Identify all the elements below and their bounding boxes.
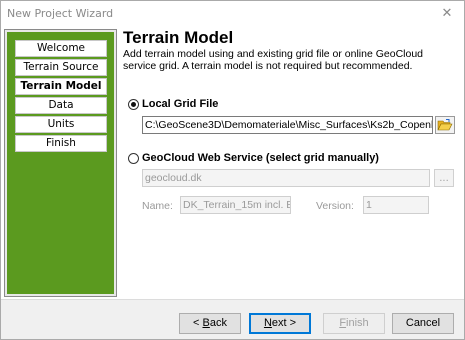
sidebar-frame: Welcome Terrain Source Terrain Model Dat… (4, 29, 117, 297)
geocloud-browse-button[interactable]: ... (434, 169, 454, 187)
local-grid-browse-button[interactable] (435, 116, 455, 134)
local-grid-radio-row[interactable]: Local Grid File (128, 98, 218, 110)
geocloud-radio-row[interactable]: GeoCloud Web Service (select grid manual… (128, 152, 379, 164)
next-accel: N (263, 317, 272, 329)
name-label: Name: (142, 200, 173, 212)
sidebar-item-terrain-model[interactable]: Terrain Model (15, 78, 107, 95)
next-button[interactable]: Next > (249, 313, 311, 334)
sidebar-item-finish[interactable]: Finish (15, 135, 107, 152)
back-prefix: < (193, 317, 203, 329)
back-rest: ack (209, 317, 227, 329)
sidebar: Welcome Terrain Source Terrain Model Dat… (7, 32, 114, 294)
version-label: Version: (316, 200, 354, 212)
page-description: Add terrain model using and existing gri… (123, 48, 424, 72)
local-grid-radio[interactable] (128, 98, 139, 110)
finish-rest: inish (346, 317, 369, 329)
main-panel: Terrain Model Add terrain model using an… (122, 27, 464, 299)
geocloud-radio[interactable] (128, 152, 139, 164)
sidebar-item-terrain-source[interactable]: Terrain Source (15, 59, 107, 76)
version-field[interactable]: 1 (363, 196, 429, 214)
local-grid-path-field[interactable]: C:\GeoScene3D\Demomateriale\Misc_Surface… (142, 116, 433, 134)
next-rest: ext > (271, 317, 297, 329)
back-accel: B (202, 317, 210, 329)
close-icon[interactable]: ✕ (436, 4, 458, 24)
geocloud-server-field[interactable]: geocloud.dk (142, 169, 430, 187)
back-button[interactable]: < Back (179, 313, 241, 334)
window-title: New Project Wizard (7, 7, 114, 20)
page-title: Terrain Model (123, 28, 234, 47)
geocloud-label: GeoCloud Web Service (select grid manual… (142, 152, 379, 164)
wizard-content: Welcome Terrain Source Terrain Model Dat… (1, 27, 464, 299)
folder-open-icon (437, 119, 453, 131)
finish-button[interactable]: Finish (323, 313, 385, 334)
wizard-window: New Project Wizard ✕ Welcome Terrain Sou… (0, 0, 465, 340)
local-grid-label: Local Grid File (142, 98, 219, 110)
grid-name-field[interactable]: DK_Terrain_15m incl. Bo (180, 196, 291, 214)
sidebar-item-units[interactable]: Units (15, 116, 107, 133)
title-bar: New Project Wizard ✕ (1, 1, 464, 27)
cancel-button[interactable]: Cancel (392, 313, 454, 334)
sidebar-item-data[interactable]: Data (15, 97, 107, 114)
sidebar-item-welcome[interactable]: Welcome (15, 40, 107, 57)
button-bar: < Back Next > Finish Cancel (1, 299, 464, 339)
